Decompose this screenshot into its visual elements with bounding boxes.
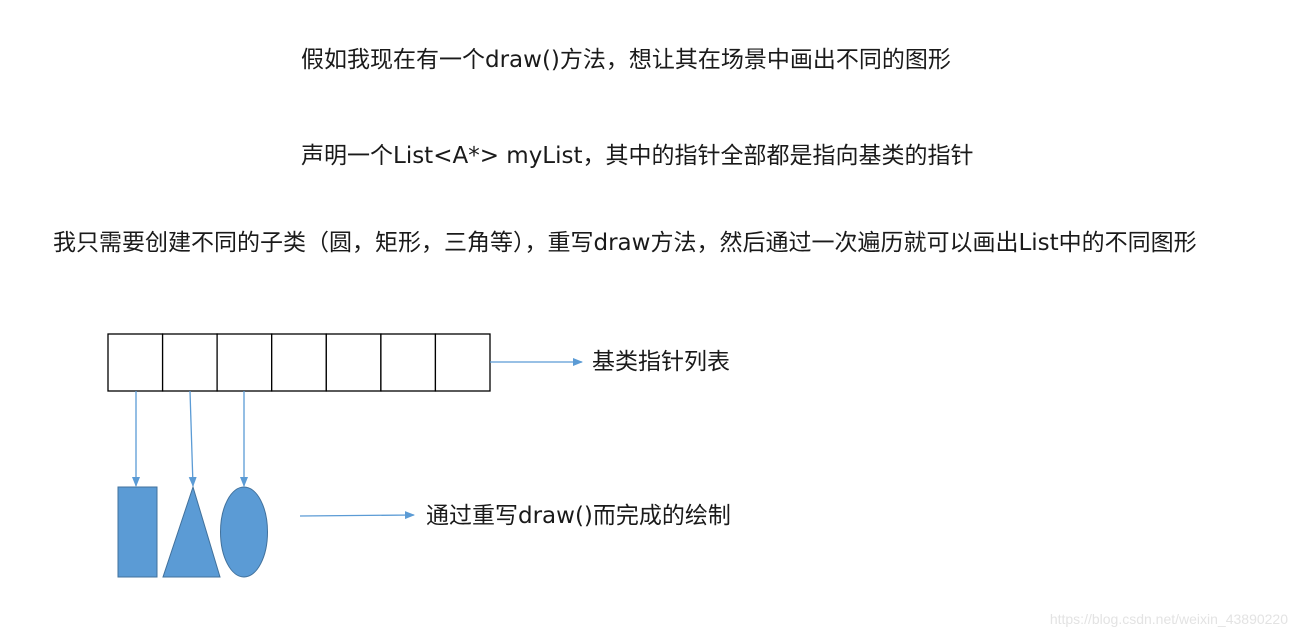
pointer-arrow-triangle	[188, 390, 197, 487]
list-cell	[325, 333, 382, 392]
pointer-list-diagram	[107, 333, 583, 578]
watermark-url: https://blog.csdn.net/weixin_43890220	[1049, 611, 1288, 627]
draw-label-arrow	[299, 511, 415, 520]
list-cell	[271, 333, 327, 392]
base-pointer-list-label: 基类指针列表	[592, 349, 730, 375]
list-cell	[216, 333, 273, 392]
ellipse-shape	[220, 486, 268, 578]
draw-override-label: 通过重写draw()而完成的绘制	[426, 503, 731, 529]
list-cell	[161, 333, 218, 392]
triangle-shape	[162, 485, 221, 578]
base-pointer-list	[107, 333, 491, 392]
rectangle-shape	[117, 486, 158, 578]
list-cell	[380, 333, 437, 392]
list-cell	[107, 333, 164, 392]
list-cell	[434, 333, 491, 392]
